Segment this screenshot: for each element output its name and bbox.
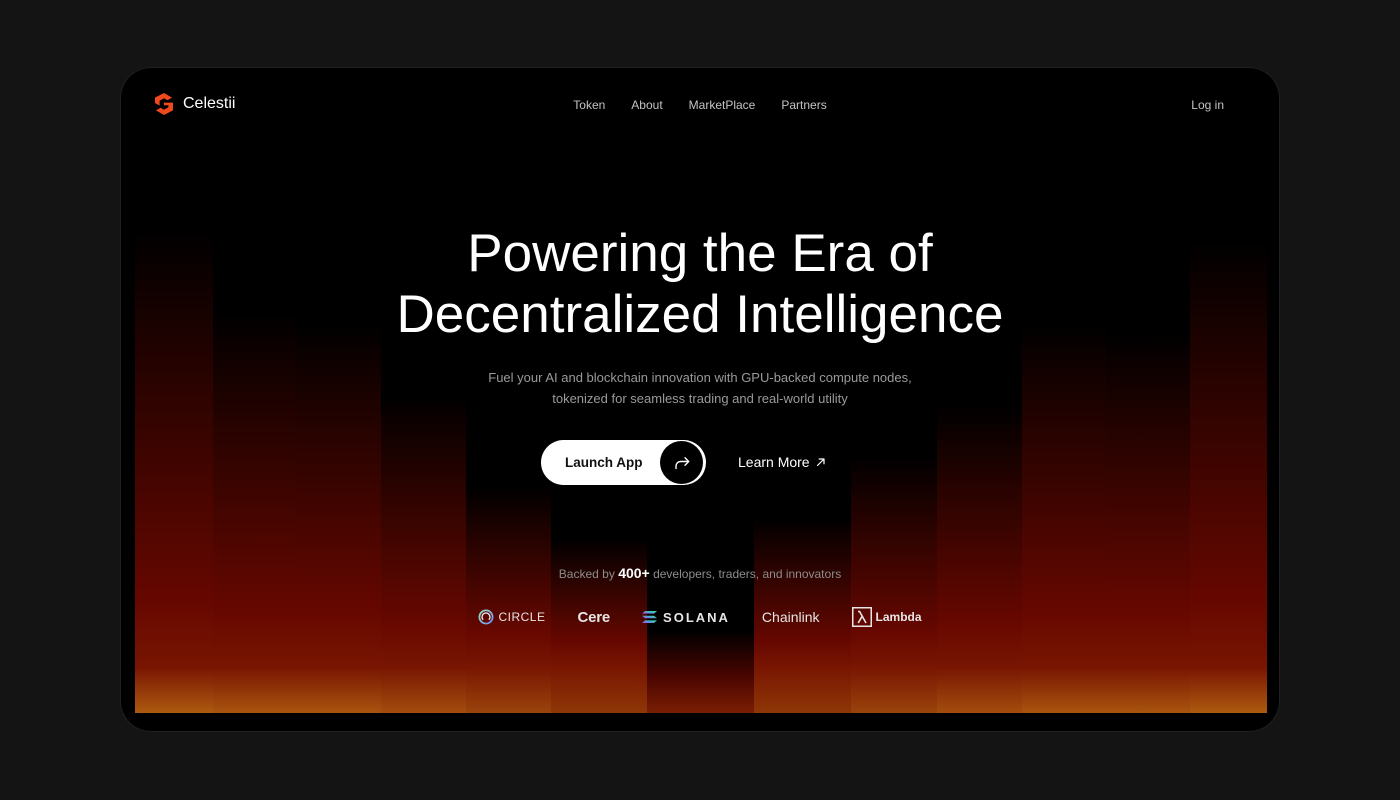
partner-name: Cere [577, 608, 611, 626]
brand-name: Celestii [183, 95, 236, 112]
launch-app-label: Launch App [565, 455, 643, 470]
partner-logo-solana: SOLANA [642, 610, 730, 625]
social-proof: Backed by 400+ developers, traders, and … [121, 563, 1279, 584]
hero-title: Powering the Era of Decentralized Intell… [121, 223, 1279, 345]
hero-subtitle-line: Fuel your AI and blockchain innovation w… [488, 370, 912, 385]
lambda-logo-icon [851, 607, 872, 627]
partner-name: Chainlink [761, 609, 820, 625]
nav-link-partners[interactable]: Partners [781, 97, 826, 113]
partner-name: CIRCLE [498, 610, 546, 624]
partner-name: Lambda [875, 610, 922, 624]
partner-logo-lambda: Lambda [851, 607, 922, 627]
celestii-logo-icon [155, 93, 173, 115]
partner-logo-circle: CIRCLE [478, 609, 545, 625]
hero-card: Celestii Token About MarketPlace Partner… [121, 68, 1279, 731]
social-proof-suffix: developers, traders, and innovators [653, 567, 842, 581]
arrow-up-right-icon [816, 457, 826, 467]
brand-home-link[interactable]: Celestii [155, 93, 235, 115]
login-link[interactable]: Log in [1191, 97, 1224, 113]
social-proof-prefix: Backed by [558, 567, 615, 581]
learn-more-button[interactable]: Learn More [738, 452, 826, 472]
hero-title-line: Powering the Era of [467, 224, 933, 283]
nav-link-token[interactable]: Token [573, 97, 605, 113]
partner-logos: CIRCLE Cere SOLANA Chainlink Lambda [121, 605, 1279, 629]
launch-app-button[interactable]: Launch App [541, 440, 706, 485]
share-forward-arrow-icon [660, 441, 703, 484]
page: Celestii Token About MarketPlace Partner… [0, 0, 1400, 800]
hero-title-line: Decentralized Intelligence [396, 285, 1004, 344]
partner-logo-chainlink: Chainlink [762, 609, 820, 625]
partner-logo-cere: Cere [577, 609, 610, 626]
nav-link-about[interactable]: About [631, 97, 662, 113]
circle-logo-icon [478, 609, 494, 625]
main-nav: Token About MarketPlace Partners [573, 97, 826, 113]
solana-logo-icon [642, 611, 658, 623]
partner-name: SOLANA [663, 609, 730, 625]
nav-link-marketplace[interactable]: MarketPlace [689, 97, 756, 113]
social-proof-count: 400+ [618, 565, 650, 581]
hero-subtitle-line: tokenized for seamless trading and real-… [552, 391, 848, 406]
hero-subtitle: Fuel your AI and blockchain innovation w… [121, 367, 1279, 409]
learn-more-label: Learn More [738, 454, 810, 470]
